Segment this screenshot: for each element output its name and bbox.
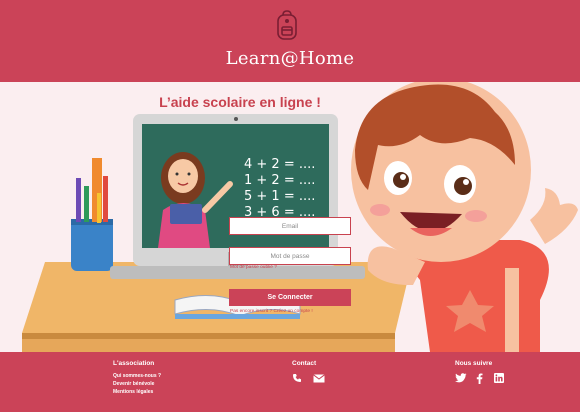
signup-link[interactable]: Pas encore inscrit ? Créez un compte ! xyxy=(230,309,313,314)
linkedin-icon[interactable] xyxy=(494,373,504,383)
footer-contact-title: Contact xyxy=(292,360,317,367)
site-header: Learn@Home xyxy=(0,0,580,82)
site-footer: L'association Qui sommes-nous ? Devenir … xyxy=(0,352,580,412)
mail-icon[interactable] xyxy=(313,374,325,383)
email-field[interactable] xyxy=(229,217,351,235)
footer-link-volunteer[interactable]: Devenir bénévole xyxy=(113,381,154,387)
footer-association-title: L'association xyxy=(113,360,155,367)
twitter-icon[interactable] xyxy=(455,373,467,383)
password-field[interactable] xyxy=(229,247,351,265)
footer-social-title: Nous suivre xyxy=(455,360,493,367)
facebook-icon[interactable] xyxy=(476,373,483,384)
backpack-icon xyxy=(277,10,297,40)
chalkboard-line: 5 + 1 = .... xyxy=(244,189,315,204)
brand-title[interactable]: Learn@Home xyxy=(0,48,580,69)
forgot-password-link[interactable]: Mot de passe oublié ? xyxy=(230,265,277,270)
phone-icon[interactable] xyxy=(292,373,302,383)
footer-link-legal[interactable]: Mentions légales xyxy=(113,389,153,395)
chalkboard-line: 1 + 2 = .... xyxy=(244,173,315,188)
hero-title: L’aide scolaire en ligne ! xyxy=(159,94,321,110)
chalkboard-line: 4 + 2 = .... xyxy=(244,157,315,172)
footer-link-about[interactable]: Qui sommes-nous ? xyxy=(113,373,161,379)
login-button[interactable]: Se Connecter xyxy=(229,289,351,306)
